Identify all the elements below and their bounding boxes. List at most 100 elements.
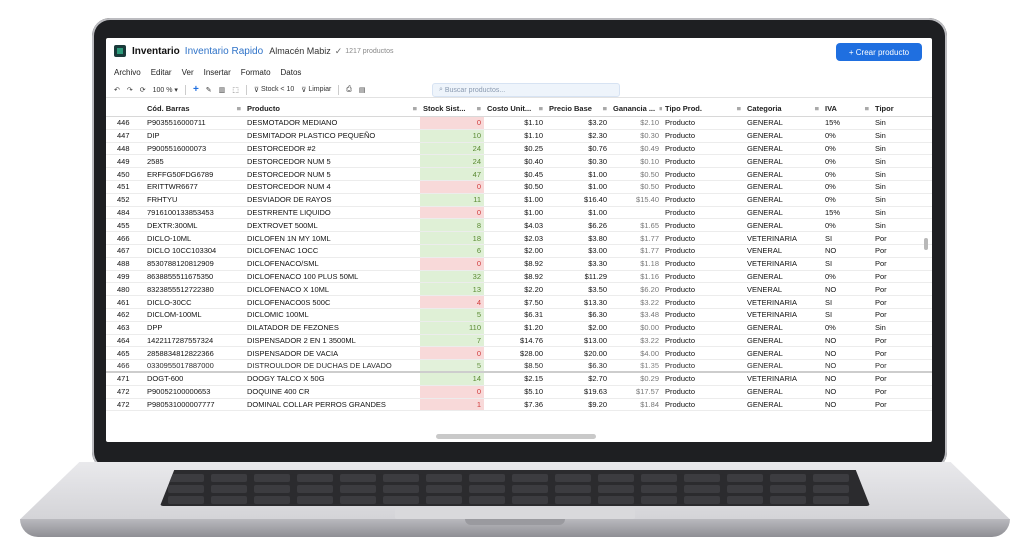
row-number[interactable]: 449 [106,155,144,167]
menu-datos[interactable]: Datos [281,68,302,77]
cell-tipor[interactable]: Por [872,399,902,411]
cell-tipor[interactable]: Por [872,373,902,385]
cell-tipor[interactable]: Por [872,347,902,359]
row-number[interactable]: 472 [106,386,144,398]
cell-profit[interactable]: $1.77 [610,232,662,244]
stock-filter-button[interactable]: ⊽ Stock < 10 [254,86,294,94]
cell-tipor[interactable]: Por [872,309,902,321]
row-number[interactable]: 450 [106,168,144,180]
cell-profit[interactable]: $0.50 [610,181,662,193]
cell-profit[interactable]: $0.30 [610,130,662,142]
cell-product[interactable]: DESMITADOR PLASTICO PEQUEÑO [244,130,420,142]
cell-iva[interactable]: NO [822,386,872,398]
cell-barcode[interactable]: DEXTR:300ML [144,219,244,231]
cell-stock[interactable]: 8 [420,219,484,232]
cell-barcode[interactable]: DICLOM-100ML [144,309,244,321]
cell-category[interactable]: GENERAL [744,194,822,206]
cell-price[interactable]: $2.00 [546,322,610,334]
cell-barcode[interactable]: 2858834812822366 [144,347,244,359]
cell-type[interactable]: Producto [662,386,744,398]
row-number[interactable]: 488 [106,258,144,270]
cell-product[interactable]: DOOGY TALCO X 50G [244,373,420,385]
table-row[interactable]: 447 DIP DESMITADOR PLASTICO PEQUEÑO 10 $1.10… [106,129,932,143]
cell-iva[interactable]: 15% [822,207,872,219]
cell-barcode[interactable]: 1422117287557324 [144,335,244,347]
cell-tipor[interactable]: Por [872,296,902,308]
cell-profit[interactable] [610,207,662,219]
cell-profit[interactable]: $1.35 [610,360,662,371]
row-number[interactable]: 452 [106,194,144,206]
row-number[interactable]: 484 [106,207,144,219]
table-row[interactable]: 455 DEXTR:300ML DEXTROVET 500ML 8 $4.03 $6.26… [106,219,932,233]
cell-profit[interactable]: $0.29 [610,373,662,385]
create-product-button[interactable]: + Crear producto [836,43,922,61]
cell-price[interactable]: $3.30 [546,258,610,270]
cell-price[interactable]: $9.20 [546,399,610,411]
cell-price[interactable]: $20.00 [546,347,610,359]
header-cod-barras[interactable]: Cód. Barras ≡ [144,101,244,116]
cell-barcode[interactable]: ERITTWR6677 [144,181,244,193]
row-number[interactable]: 480 [106,283,144,295]
cell-type[interactable]: Producto [662,360,744,371]
row-number[interactable]: 448 [106,143,144,155]
cell-profit[interactable]: $6.20 [610,283,662,295]
cell-tipor[interactable]: Por [872,258,902,270]
cell-barcode[interactable]: DICLO-10ML [144,232,244,244]
cell-type[interactable]: Producto [662,296,744,308]
cell-stock[interactable]: 10 [420,129,484,142]
cell-price[interactable]: $3.00 [546,245,610,257]
cell-cost[interactable]: $7.36 [484,399,546,411]
table-row[interactable]: 446 P9035516000711 DESMOTADOR MEDIANO 0 $1.1… [106,117,932,130]
cell-barcode[interactable]: FRHTYU [144,194,244,206]
cell-price[interactable]: $16.40 [546,194,610,206]
cell-product[interactable]: DICLOFEN 1N MY 10ML [244,232,420,244]
cell-stock[interactable]: 4 [420,296,484,308]
row-number[interactable]: 465 [106,347,144,359]
cell-barcode[interactable]: DICLO-30CC [144,296,244,308]
cell-profit[interactable]: $3.22 [610,335,662,347]
cell-category[interactable]: GENERAL [744,117,822,129]
menu-editar[interactable]: Editar [151,68,172,77]
cell-stock[interactable]: 0 [420,347,484,360]
row-number[interactable]: 446 [106,117,144,129]
cell-type[interactable]: Producto [662,245,744,257]
cell-category[interactable]: GENERAL [744,386,822,398]
cell-price[interactable]: $6.26 [546,219,610,231]
cell-iva[interactable]: 0% [822,143,872,155]
table-row[interactable]: 471 DOGT-600 DOOGY TALCO X 50G 14 $2.15 $2.70… [106,372,932,386]
cell-cost[interactable]: $0.25 [484,143,546,155]
cell-profit[interactable]: $4.00 [610,347,662,359]
add-icon[interactable]: + [193,84,199,95]
cell-category[interactable]: GENERAL [744,219,822,231]
cell-price[interactable]: $11.29 [546,271,610,283]
cell-category[interactable]: VETERINARIA [744,373,822,385]
cell-tipor[interactable]: Por [872,283,902,295]
cell-iva[interactable]: SI [822,296,872,308]
table-row[interactable]: 448 P9005516000073 DESTORCEDOR #2 24 $0.25 $0… [106,142,932,156]
cell-category[interactable]: GENERAL [744,181,822,193]
refresh-icon[interactable]: ⟳ [140,86,146,94]
cell-product[interactable]: DICLOFENACO0S 500C [244,296,420,308]
cell-iva[interactable]: NO [822,283,872,295]
export-icon[interactable]: ⎙ [346,86,352,94]
cell-stock[interactable]: 13 [420,283,484,296]
cell-product[interactable]: DICLOFENAC 1OCC [244,245,420,257]
document-icon[interactable]: ▤ [359,86,366,94]
cell-barcode[interactable]: 8323855512722380 [144,283,244,295]
cell-cost[interactable]: $1.10 [484,130,546,142]
cell-cost[interactable]: $8.92 [484,271,546,283]
table-row[interactable]: 464 1422117287557324 DISPENSADOR 2 EN 1 35… [106,334,932,348]
cell-price[interactable]: $0.30 [546,155,610,167]
cell-iva[interactable]: NO [822,347,872,359]
cell-stock[interactable]: 1 [420,398,484,411]
cell-iva[interactable]: 0% [822,130,872,142]
cell-stock[interactable]: 0 [420,385,484,398]
document-title[interactable]: Inventario Rapido [185,46,263,57]
undo-icon[interactable]: ↶ [114,86,120,94]
table-row[interactable]: 499 8638855511675350 DICLOFENACO 100 PLUS … [106,270,932,284]
cell-category[interactable]: GENERAL [744,168,822,180]
zoom-select[interactable]: 100 % ▾ [153,86,178,94]
cell-tipor[interactable]: Sin [872,168,902,180]
table-row[interactable]: 462 DICLOM-100ML DICLOMIC 100ML 5 $6.31 $6.30… [106,308,932,322]
cell-iva[interactable]: NO [822,373,872,385]
